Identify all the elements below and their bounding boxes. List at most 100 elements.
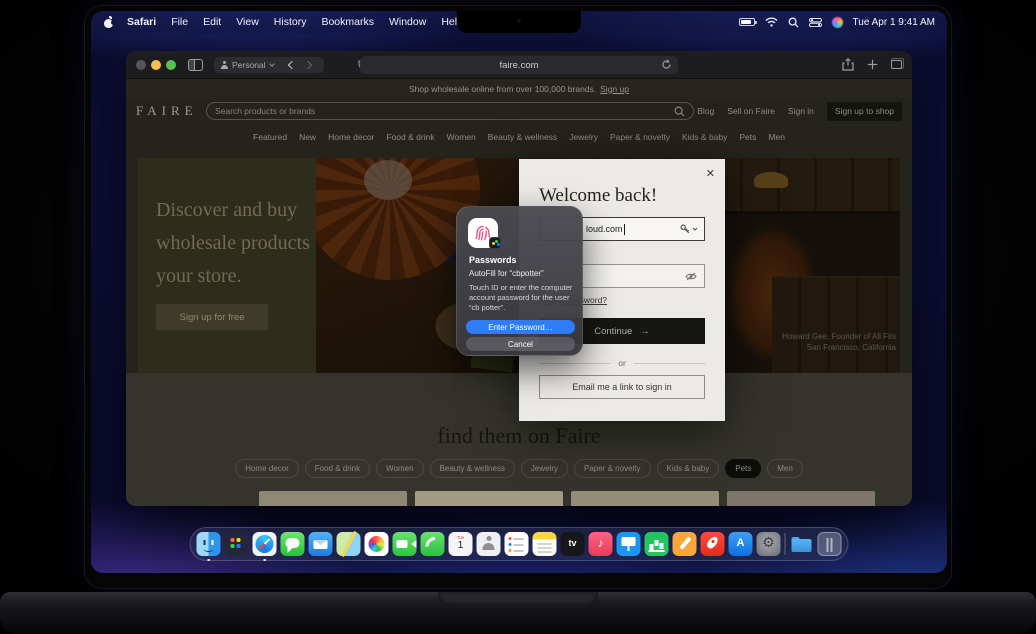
section-heading: find them on Faire bbox=[126, 423, 912, 449]
dock: Tue 1 bbox=[190, 527, 849, 561]
url-text: faire.com bbox=[499, 60, 538, 71]
enter-password-button[interactable]: Enter Password… bbox=[466, 320, 575, 334]
dock-games-icon[interactable] bbox=[701, 532, 725, 556]
window-minimize-button[interactable] bbox=[151, 60, 161, 70]
header-link-sell-on-faire[interactable]: Sell on Faire bbox=[727, 106, 775, 116]
sidebar-toggle-icon[interactable] bbox=[188, 59, 203, 71]
dock-pages-icon[interactable] bbox=[673, 532, 697, 556]
nav-featured[interactable]: Featured bbox=[253, 132, 287, 142]
nav-kids-baby[interactable]: Kids & baby bbox=[682, 132, 727, 142]
search-icon[interactable] bbox=[674, 106, 685, 117]
dock-notes-icon[interactable] bbox=[533, 532, 557, 556]
nav-jewelry[interactable]: Jewelry bbox=[569, 132, 598, 142]
window-close-button[interactable] bbox=[136, 60, 146, 70]
chevron-down-icon bbox=[269, 61, 275, 67]
tab-overview-icon[interactable] bbox=[891, 60, 902, 69]
menu-safari[interactable]: Safari bbox=[127, 16, 156, 28]
nav-home-decor[interactable]: Home decor bbox=[328, 132, 374, 142]
product-card[interactable] bbox=[727, 491, 875, 506]
sign-up-for-free-button[interactable]: Sign up for free bbox=[156, 304, 268, 330]
spotlight-search-icon[interactable] bbox=[788, 17, 799, 28]
wifi-icon[interactable] bbox=[765, 17, 778, 27]
site-search-input[interactable]: Search products or brands bbox=[206, 102, 694, 120]
dock-music-icon[interactable] bbox=[589, 532, 613, 556]
nav-food-drink[interactable]: Food & drink bbox=[386, 132, 434, 142]
battery-icon[interactable] bbox=[739, 18, 755, 26]
dock-system-settings-icon[interactable] bbox=[757, 532, 781, 556]
back-button[interactable] bbox=[288, 61, 296, 69]
window-zoom-button[interactable] bbox=[166, 60, 176, 70]
menu-bar-clock[interactable]: Tue Apr 1 9:41 AM bbox=[853, 17, 935, 28]
nav-pets[interactable]: Pets bbox=[739, 132, 756, 142]
faire-logo[interactable]: FAIRE bbox=[136, 103, 200, 119]
pill-jewelry[interactable]: Jewelry bbox=[521, 459, 568, 478]
dock-phone-icon[interactable] bbox=[421, 532, 445, 556]
passkey-autofill-icon[interactable] bbox=[680, 224, 698, 234]
dock-maps-icon[interactable] bbox=[337, 532, 361, 556]
pill-pets-selected[interactable]: Pets bbox=[725, 459, 761, 478]
tab-group-selector[interactable]: Personal bbox=[214, 57, 281, 73]
menu-view[interactable]: View bbox=[236, 16, 259, 28]
header-link-sign-in[interactable]: Sign in bbox=[788, 106, 814, 116]
dock-finder-icon[interactable] bbox=[197, 532, 221, 556]
nav-beauty-wellness[interactable]: Beauty & wellness bbox=[488, 132, 557, 142]
touch-id-dialog: Passwords AutoFill for “cbpotter” Touch … bbox=[456, 206, 583, 356]
dock-app-store-icon[interactable] bbox=[729, 532, 753, 556]
category-nav: Featured New Home decor Food & drink Wom… bbox=[126, 124, 912, 150]
dock-reminders-icon[interactable] bbox=[505, 532, 529, 556]
pill-food-drink[interactable]: Food & drink bbox=[305, 459, 370, 478]
siri-icon[interactable] bbox=[832, 17, 843, 28]
nav-paper-novelty[interactable]: Paper & novelty bbox=[610, 132, 670, 142]
desk-background: Safari File Edit View History Bookmarks … bbox=[0, 0, 1036, 634]
sign-up-to-shop-button[interactable]: Sign up to shop bbox=[827, 102, 902, 121]
pill-beauty-wellness[interactable]: Beauty & wellness bbox=[430, 459, 515, 478]
new-tab-plus-icon[interactable] bbox=[867, 59, 878, 70]
pill-kids-baby[interactable]: Kids & baby bbox=[657, 459, 720, 478]
show-password-eye-icon[interactable] bbox=[685, 272, 697, 281]
forward-button[interactable] bbox=[304, 61, 312, 69]
product-card[interactable] bbox=[259, 491, 407, 506]
dock-safari-icon[interactable] bbox=[253, 532, 277, 556]
control-center-icon[interactable] bbox=[809, 18, 822, 27]
dock-messages-icon[interactable] bbox=[281, 532, 305, 556]
dock-tv-icon[interactable] bbox=[561, 532, 585, 556]
menu-file[interactable]: File bbox=[171, 16, 188, 28]
menu-edit[interactable]: Edit bbox=[203, 16, 221, 28]
promo-signup-link[interactable]: Sign up bbox=[600, 84, 629, 94]
dock-facetime-icon[interactable] bbox=[393, 532, 417, 556]
nav-women[interactable]: Women bbox=[447, 132, 476, 142]
apple-menu-icon[interactable] bbox=[103, 17, 114, 28]
pill-women[interactable]: Women bbox=[376, 459, 423, 478]
nav-new[interactable]: New bbox=[299, 132, 316, 142]
dock-keynote-icon[interactable] bbox=[617, 532, 641, 556]
dock-trash-icon[interactable] bbox=[818, 532, 842, 556]
caption-line-2: San Francisco, California bbox=[782, 343, 896, 354]
cancel-button[interactable]: Cancel bbox=[466, 337, 575, 351]
pill-home-decor[interactable]: Home decor bbox=[235, 459, 299, 478]
share-icon[interactable] bbox=[842, 58, 854, 71]
menu-window[interactable]: Window bbox=[389, 16, 426, 28]
email-link-signin-button[interactable]: Email me a link to sign in bbox=[539, 375, 705, 399]
header-link-blog[interactable]: Blog bbox=[697, 106, 714, 116]
product-card[interactable] bbox=[571, 491, 719, 506]
reload-icon[interactable] bbox=[661, 59, 672, 70]
pill-men[interactable]: Men bbox=[767, 459, 803, 478]
dock-contacts-icon[interactable] bbox=[477, 532, 501, 556]
dock-launchpad-icon[interactable] bbox=[225, 532, 249, 556]
address-bar[interactable]: faire.com bbox=[360, 56, 678, 74]
dock-downloads-folder-icon[interactable] bbox=[790, 532, 814, 556]
menu-history[interactable]: History bbox=[274, 16, 307, 28]
dock-mail-icon[interactable] bbox=[309, 532, 333, 556]
menu-bookmarks[interactable]: Bookmarks bbox=[321, 16, 374, 28]
nav-men[interactable]: Men bbox=[768, 132, 785, 142]
arrow-right-icon: → bbox=[640, 326, 650, 337]
dock-numbers-icon[interactable] bbox=[645, 532, 669, 556]
dock-photos-icon[interactable] bbox=[365, 532, 389, 556]
promo-text: Shop wholesale online from over 100,000 … bbox=[409, 84, 596, 94]
touch-id-instructions: Touch ID or enter the computer account p… bbox=[469, 283, 573, 313]
pill-paper-novelty[interactable]: Paper & novelty bbox=[574, 459, 650, 478]
close-icon[interactable]: ✕ bbox=[706, 167, 715, 180]
dock-calendar-icon[interactable]: Tue 1 bbox=[449, 532, 473, 556]
or-divider: or bbox=[539, 358, 705, 368]
product-card[interactable] bbox=[415, 491, 563, 506]
